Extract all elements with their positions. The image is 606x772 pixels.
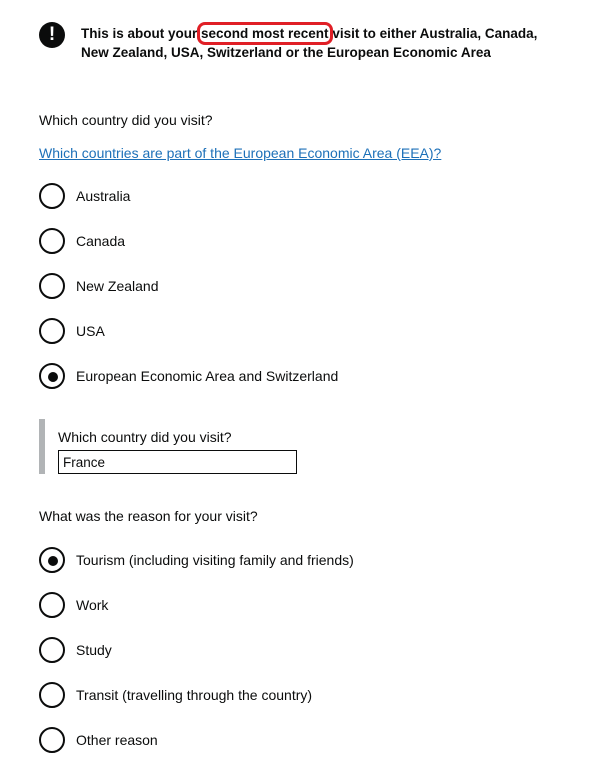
conditional-border [39,419,45,474]
conditional-country-label: Which country did you visit? [58,429,232,445]
radio-selected-dot [48,372,58,382]
radio-label[interactable]: Australia [76,187,130,205]
radio-label[interactable]: Study [76,641,112,659]
warning-highlight: second most recent [197,22,333,45]
radio-option-australia[interactable]: Australia [39,183,579,228]
radio-selected-dot [48,556,58,566]
radio-option-new-zealand[interactable]: New Zealand [39,273,579,318]
radio-label[interactable]: Other reason [76,731,158,749]
radio-label[interactable]: New Zealand [76,277,159,295]
radio-option-transit[interactable]: Transit (travelling through the country) [39,682,579,727]
radio-button[interactable] [39,273,65,299]
radio-option-other-reason[interactable]: Other reason [39,727,579,772]
radio-option-work[interactable]: Work [39,592,579,637]
eea-help-link[interactable]: Which countries are part of the European… [39,144,441,162]
radio-label[interactable]: Canada [76,232,125,250]
radio-button[interactable] [39,183,65,209]
radio-label[interactable]: Tourism (including visiting family and f… [76,551,354,569]
radio-label[interactable]: European Economic Area and Switzerland [76,367,338,385]
warning-text: This is about your second most recent vi… [81,22,551,62]
country-text-input[interactable] [58,450,297,474]
radio-button[interactable] [39,682,65,708]
radio-option-eea-switzerland[interactable]: European Economic Area and Switzerland [39,363,579,408]
radio-option-usa[interactable]: USA [39,318,579,363]
radio-option-canada[interactable]: Canada [39,228,579,273]
conditional-country-panel: Which country did you visit? [39,419,559,474]
reason-radio-group: Tourism (including visiting family and f… [39,547,579,772]
radio-option-tourism[interactable]: Tourism (including visiting family and f… [39,547,579,592]
radio-label[interactable]: Work [76,596,108,614]
reason-question-label: What was the reason for your visit? [39,508,258,524]
warning-text-start: This is about your [81,26,202,41]
radio-button[interactable] [39,363,65,389]
exclamation-icon: ! [39,22,65,48]
radio-label[interactable]: Transit (travelling through the country) [76,686,312,704]
radio-button[interactable] [39,318,65,344]
radio-button[interactable] [39,637,65,663]
country-question-label: Which country did you visit? [39,112,213,128]
radio-label[interactable]: USA [76,322,105,340]
radio-button[interactable] [39,228,65,254]
radio-option-study[interactable]: Study [39,637,579,682]
radio-button[interactable] [39,727,65,753]
country-radio-group: Australia Canada New Zealand USA Europea… [39,183,579,408]
radio-button[interactable] [39,547,65,573]
radio-button[interactable] [39,592,65,618]
